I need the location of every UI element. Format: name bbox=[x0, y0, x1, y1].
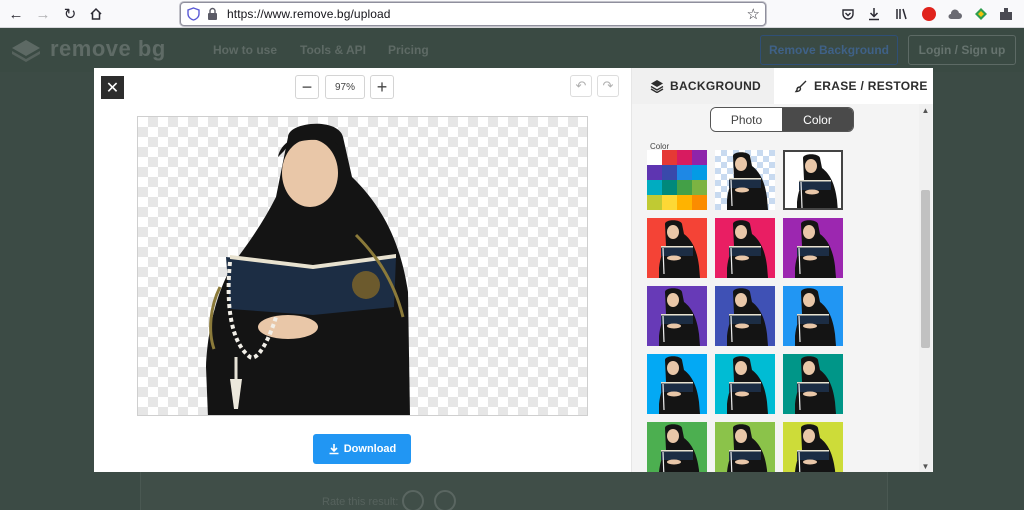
reload-icon[interactable]: ↻ bbox=[60, 4, 80, 24]
extension-gem-icon[interactable] bbox=[971, 4, 991, 24]
color-swatch[interactable] bbox=[715, 218, 775, 278]
nav-how-to-use[interactable]: How to use bbox=[213, 43, 277, 57]
color-swatch[interactable] bbox=[783, 218, 843, 278]
download-button[interactable]: Download bbox=[313, 434, 411, 464]
color-swatch[interactable] bbox=[647, 286, 707, 346]
rate-result-label: Rate this result: bbox=[322, 496, 399, 508]
extension-red-icon[interactable] bbox=[919, 4, 939, 24]
tab-background-label: BACKGROUND bbox=[670, 79, 761, 93]
tab-erase-restore-label: ERASE / RESTORE bbox=[814, 79, 928, 93]
color-swatch[interactable] bbox=[715, 354, 775, 414]
toggle-photo[interactable]: Photo bbox=[711, 108, 782, 131]
cutout-subject-image bbox=[206, 123, 410, 415]
remove-background-button[interactable]: Remove Background bbox=[760, 35, 898, 65]
color-palette-swatch[interactable] bbox=[647, 150, 707, 210]
transparent-swatch[interactable] bbox=[715, 150, 775, 210]
download-icon[interactable] bbox=[864, 4, 884, 24]
redo-icon[interactable]: ↷ bbox=[597, 75, 619, 97]
extension-puzzle-icon[interactable] bbox=[996, 4, 1016, 24]
bookmark-star-icon[interactable]: ☆ bbox=[747, 5, 760, 23]
photo-color-toggle: Photo Color bbox=[710, 107, 854, 132]
editor-side-panel: BACKGROUND ERASE / RESTORE Photo Color C… bbox=[631, 68, 933, 472]
scroll-down-icon[interactable]: ▼ bbox=[919, 460, 932, 472]
scroll-up-icon[interactable]: ▲ bbox=[919, 104, 932, 116]
color-swatch[interactable] bbox=[715, 422, 775, 472]
editor-modal: ✕ − 97% + ↶ ↷ Download BACKGROUND ERASE … bbox=[94, 68, 933, 472]
color-swatch[interactable] bbox=[715, 286, 775, 346]
download-label: Download bbox=[343, 443, 397, 455]
layers-icon bbox=[650, 80, 664, 93]
home-icon[interactable] bbox=[86, 4, 106, 24]
color-swatch[interactable] bbox=[647, 218, 707, 278]
logo-icon bbox=[10, 38, 42, 62]
happy-face-icon[interactable] bbox=[402, 490, 424, 510]
forward-icon[interactable]: → bbox=[33, 4, 53, 24]
extension-cloud-icon[interactable] bbox=[945, 4, 965, 24]
browser-toolbar: ← → ↻ https://www.remove.bg/upload ☆ bbox=[0, 0, 1024, 28]
site-header: remove bg How to use Tools & API Pricing… bbox=[0, 28, 1024, 72]
lock-icon[interactable] bbox=[207, 7, 218, 26]
pocket-icon[interactable] bbox=[838, 4, 858, 24]
undo-icon[interactable]: ↶ bbox=[570, 75, 592, 97]
zoom-out-button[interactable]: − bbox=[295, 75, 319, 99]
shield-icon[interactable] bbox=[187, 7, 200, 26]
tab-background[interactable]: BACKGROUND bbox=[632, 68, 774, 104]
logo-text: remove bg bbox=[50, 36, 166, 61]
toggle-color[interactable]: Color bbox=[782, 108, 853, 131]
close-button[interactable]: ✕ bbox=[101, 76, 124, 99]
tab-erase-restore[interactable]: ERASE / RESTORE bbox=[774, 68, 933, 104]
download-icon bbox=[329, 444, 339, 455]
url-text: https://www.remove.bg/upload bbox=[227, 7, 391, 21]
url-bar[interactable]: https://www.remove.bg/upload ☆ bbox=[180, 2, 766, 26]
library-icon[interactable] bbox=[892, 4, 912, 24]
color-swatch[interactable] bbox=[783, 354, 843, 414]
nav-tools-api[interactable]: Tools & API bbox=[300, 43, 366, 57]
result-card-background bbox=[140, 472, 888, 510]
panel-scrollbar[interactable]: ▲ ▼ bbox=[919, 104, 932, 472]
zoom-level: 97% bbox=[325, 75, 365, 99]
color-swatch[interactable] bbox=[647, 422, 707, 472]
nav-pricing[interactable]: Pricing bbox=[388, 43, 429, 57]
scroll-thumb[interactable] bbox=[921, 190, 930, 348]
color-swatch[interactable] bbox=[783, 422, 843, 472]
zoom-in-button[interactable]: + bbox=[370, 75, 394, 99]
image-canvas[interactable] bbox=[137, 116, 588, 416]
sad-face-icon[interactable] bbox=[434, 490, 456, 510]
color-swatch[interactable] bbox=[783, 286, 843, 346]
login-button[interactable]: Login / Sign up bbox=[908, 35, 1016, 65]
brush-icon bbox=[794, 80, 807, 93]
color-swatch[interactable] bbox=[783, 150, 843, 210]
back-icon[interactable]: ← bbox=[6, 4, 26, 24]
color-swatch[interactable] bbox=[647, 354, 707, 414]
